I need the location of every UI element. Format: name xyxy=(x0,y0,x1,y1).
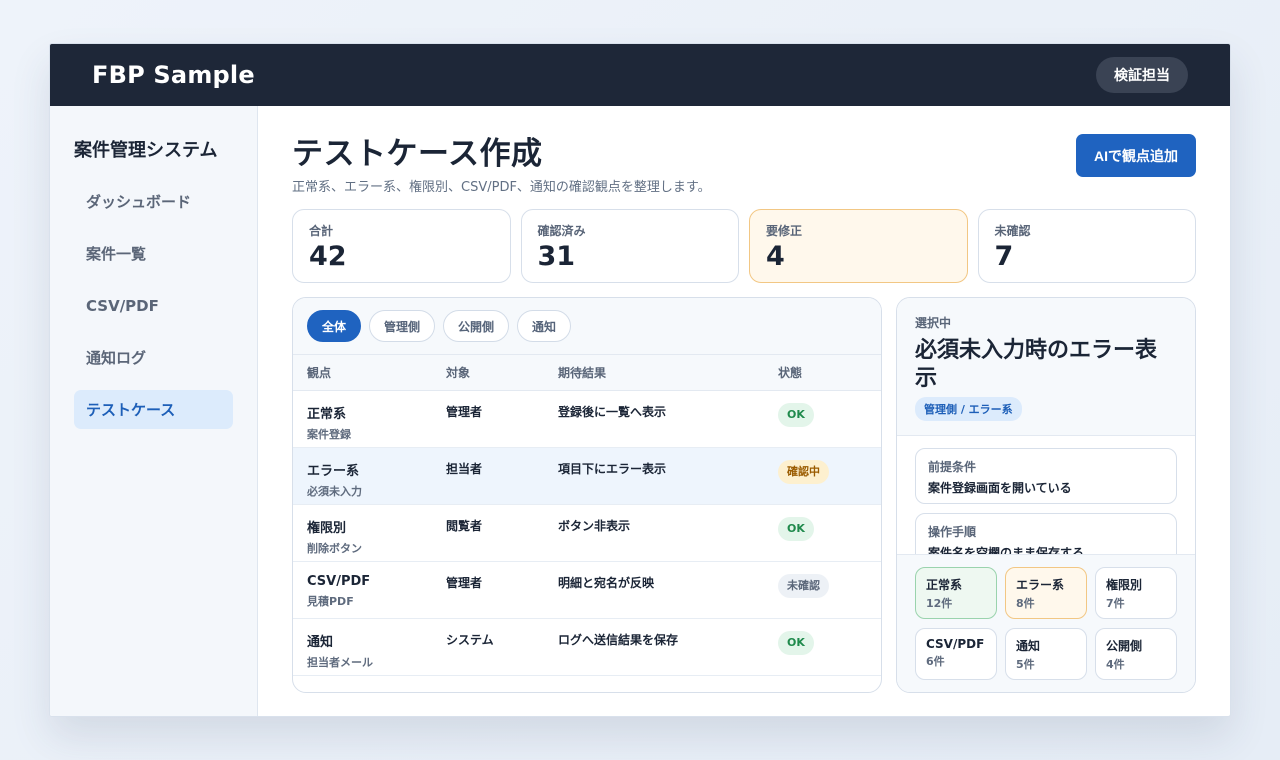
top-bar: FBP Sample 検証担当 xyxy=(50,44,1230,106)
detail-tag: 管理側 / エラー系 xyxy=(915,397,1022,421)
category-card-notification[interactable]: 通知 5件 xyxy=(1005,627,1087,680)
expected-cell: 項目下にエラー表示 xyxy=(544,447,764,505)
perspective-sub: 担当者メール xyxy=(307,655,373,669)
precondition-box: 前提条件 案件登録画面を開いている xyxy=(915,448,1177,504)
table-row[interactable]: 正常系案件登録 管理者 登録後に一覧へ表示 OK xyxy=(293,390,881,448)
main-content: テストケース作成 正常系、エラー系、権限別、CSV/PDF、通知の確認観点を整理… xyxy=(258,106,1230,716)
sidebar-title: 案件管理システム xyxy=(74,140,218,161)
category-name: 通知 xyxy=(1016,638,1041,653)
category-name: CSV/PDF xyxy=(926,636,985,651)
category-name: エラー系 xyxy=(1016,578,1065,592)
category-card-csv-pdf[interactable]: CSV/PDF 6件 xyxy=(915,627,997,680)
perspective-cell: エラー系 xyxy=(307,463,360,479)
test-case-table: 観点 対象 期待結果 状態 正常系 案件登録 管理者 登録後に一覧へ表示 OK … xyxy=(293,355,881,676)
stat-value: 42 xyxy=(309,241,347,272)
perspective-cell: CSV/PDF xyxy=(307,573,371,589)
category-grid: 正常系 12件 エラー系 8件 権限別 7件 CSV/PDF 6件 通知 5件 … xyxy=(897,554,1195,692)
user-menu-button[interactable]: 検証担当 xyxy=(1096,57,1188,93)
column-header-status: 状態 xyxy=(764,355,881,391)
table-row[interactable]: 通知担当者メール システム ログへ送信結果を保存 OK xyxy=(293,618,881,676)
precondition-value: 案件登録画面を開いている xyxy=(928,481,1072,495)
status-badge: OK xyxy=(778,402,814,427)
detail-caption: 選択中 xyxy=(915,316,952,330)
steps-box: 操作手順 案件名を空欄のまま保存する xyxy=(915,513,1177,556)
steps-label: 操作手順 xyxy=(928,525,977,539)
status-badge: OK xyxy=(778,630,814,655)
filter-chip-admin[interactable]: 管理側 xyxy=(369,310,436,342)
perspective-sub: 必須未入力 xyxy=(307,484,362,498)
stat-card-needs-fix: 要修正 4 xyxy=(749,209,968,283)
category-name: 正常系 xyxy=(926,578,963,592)
filter-chips: 全体 管理側 公開側 通知 xyxy=(293,298,881,355)
stat-card-total: 合計 42 xyxy=(292,209,511,283)
detail-title: 必須未入力時のエラー表示 xyxy=(915,338,1158,391)
stat-label: 合計 xyxy=(309,224,334,238)
app-window: FBP Sample 検証担当 案件管理システム ダッシュボード 案件一覧 CS… xyxy=(49,43,1231,717)
status-badge: 未確認 xyxy=(778,573,829,598)
column-header-expected: 期待結果 xyxy=(544,355,764,391)
expected-cell: ボタン非表示 xyxy=(544,504,764,562)
category-card-permission[interactable]: 権限別 7件 xyxy=(1095,567,1177,619)
page-title: テストケース作成 xyxy=(292,136,543,172)
perspective-sub: 削除ボタン xyxy=(307,541,362,555)
stat-label: 確認済み xyxy=(537,224,586,238)
perspective-sub: 案件登録 xyxy=(307,427,351,441)
target-cell: システム xyxy=(432,618,544,676)
category-count: 8件 xyxy=(1016,597,1035,610)
filter-chip-all[interactable]: 全体 xyxy=(307,310,362,342)
column-header-perspective: 観点 xyxy=(293,355,432,391)
perspective-cell: 通知 xyxy=(307,634,334,650)
target-cell: 担当者 xyxy=(432,447,544,505)
category-count: 6件 xyxy=(926,654,945,668)
category-name: 権限別 xyxy=(1106,578,1143,592)
stats-row: 合計 42 確認済み 31 要修正 4 未確認 7 xyxy=(292,209,1196,283)
perspective-cell: 権限別 xyxy=(307,520,347,536)
sidebar-item-dashboard[interactable]: ダッシュボード xyxy=(74,182,233,221)
expected-cell: 登録後に一覧へ表示 xyxy=(544,390,764,448)
category-name: 公開側 xyxy=(1106,638,1143,653)
status-badge: 確認中 xyxy=(778,459,829,484)
brand-logo: FBP Sample xyxy=(92,61,255,89)
test-case-table-card: 全体 管理側 公開側 通知 観点 対象 期待結果 状態 正常系 案件登録 管理者… xyxy=(292,297,882,693)
category-card-normal[interactable]: 正常系 12件 xyxy=(915,567,997,619)
column-header-target: 対象 xyxy=(432,355,544,391)
ai-add-perspective-button[interactable]: AIで観点追加 xyxy=(1076,134,1196,177)
sidebar-item-csv-pdf[interactable]: CSV/PDF xyxy=(74,286,233,325)
category-card-public[interactable]: 公開側 4件 xyxy=(1095,627,1177,680)
expected-cell: 明細と宛名が反映 xyxy=(544,561,764,619)
category-count: 12件 xyxy=(926,597,953,610)
stat-label: 未確認 xyxy=(994,224,1031,238)
stat-value: 7 xyxy=(994,241,1014,272)
perspective-cell: 正常系 xyxy=(307,406,347,422)
precondition-label: 前提条件 xyxy=(928,460,977,474)
detail-panel: 選択中 必須未入力時のエラー表示 管理側 / エラー系 前提条件 案件登録画面を… xyxy=(896,297,1196,693)
sidebar-item-projects[interactable]: 案件一覧 xyxy=(74,234,233,273)
stat-label: 要修正 xyxy=(766,224,803,238)
target-cell: 管理者 xyxy=(432,561,544,619)
expected-cell: ログへ送信結果を保存 xyxy=(544,618,764,676)
table-row[interactable]: 権限別削除ボタン 閲覧者 ボタン非表示 OK xyxy=(293,504,881,562)
stat-value: 4 xyxy=(766,241,785,272)
category-count: 5件 xyxy=(1016,657,1035,671)
filter-chip-public[interactable]: 公開側 xyxy=(443,310,510,342)
category-count: 4件 xyxy=(1106,657,1125,671)
filter-chip-notification[interactable]: 通知 xyxy=(517,310,572,342)
status-badge: OK xyxy=(778,516,814,541)
detail-body[interactable]: 前提条件 案件登録画面を開いている 操作手順 案件名を空欄のまま保存する xyxy=(897,436,1195,556)
stat-value: 31 xyxy=(537,241,576,272)
sidebar: 案件管理システム ダッシュボード 案件一覧 CSV/PDF 通知ログ テストケー… xyxy=(50,106,258,716)
table-row[interactable]: CSV/PDF 見積PDF 管理者 明細と宛名が反映 未確認 xyxy=(293,561,881,619)
sidebar-item-test-cases[interactable]: テストケース xyxy=(74,390,233,429)
category-count: 7件 xyxy=(1106,597,1125,610)
perspective-sub: 見積PDF xyxy=(307,594,354,608)
page-subtitle: 正常系、エラー系、権限別、CSV/PDF、通知の確認観点を整理します。 xyxy=(292,180,711,195)
category-card-error[interactable]: エラー系 8件 xyxy=(1005,567,1087,619)
stat-card-unconfirmed: 未確認 7 xyxy=(977,209,1196,283)
target-cell: 管理者 xyxy=(432,390,544,448)
target-cell: 閲覧者 xyxy=(432,504,544,562)
stat-card-confirmed: 確認済み 31 xyxy=(520,209,739,283)
sidebar-item-notification-log[interactable]: 通知ログ xyxy=(74,338,233,377)
table-row[interactable]: エラー系必須未入力 担当者 項目下にエラー表示 確認中 xyxy=(293,447,881,505)
